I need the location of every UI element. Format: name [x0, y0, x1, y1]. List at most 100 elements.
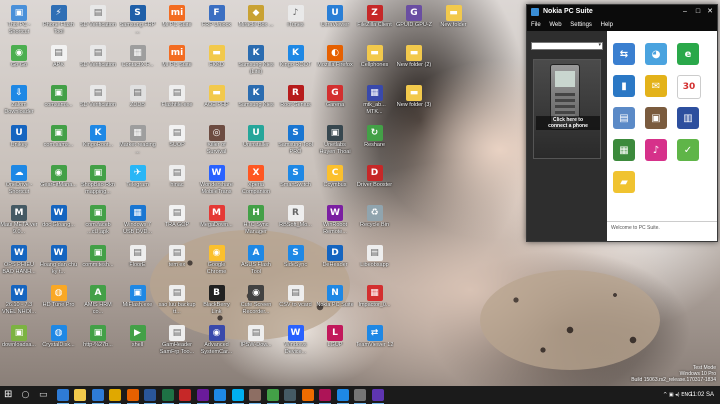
- menu-file[interactable]: File: [531, 22, 541, 28]
- desktop-icon[interactable]: ▤ FloorE: [119, 244, 157, 284]
- desktop-icon[interactable]: C Ccymbus: [316, 164, 354, 204]
- app-sync-icon[interactable]: ⇆: [613, 43, 635, 65]
- close-button[interactable]: ✕: [704, 5, 716, 19]
- desktop-icon[interactable]: ▤ GamHeader SamFrp Too...: [158, 324, 196, 364]
- desktop-icon[interactable]: ▣ Unetlabs Huyen Thoai: [316, 124, 354, 164]
- taskbar-edge-icon[interactable]: [56, 389, 69, 404]
- app-install-applications-icon[interactable]: ▦: [613, 139, 635, 161]
- desktop-icon[interactable]: ▣ com.faceb ...cU.apk: [79, 204, 117, 244]
- taskbar-app4-icon[interactable]: [266, 389, 279, 404]
- desktop-icon[interactable]: Wdoc Gloang...: [40, 204, 78, 244]
- desktop-icon[interactable]: ▦ Market reading ...: [119, 124, 157, 164]
- taskbar-app2-icon[interactable]: [196, 389, 209, 404]
- desktop-icon[interactable]: M Maui META ver 9.0...: [0, 204, 38, 244]
- desktop-icon[interactable]: ⚡ Phone Flash Tool: [40, 4, 78, 44]
- app-settings-icon[interactable]: ▰: [613, 171, 635, 193]
- desktop-icon[interactable]: ▤ Libeobsapp: [356, 244, 394, 284]
- app-calendar-icon[interactable]: 30: [677, 75, 701, 99]
- desktop-icon[interactable]: W OPS PHIEU BAO HANH...: [0, 244, 38, 284]
- desktop-icon[interactable]: Z FileZilla Client: [356, 4, 394, 44]
- desktop-icon[interactable]: B BlackBerry Link: [198, 284, 236, 324]
- desktop-icon[interactable]: ▬ New folder: [435, 4, 473, 44]
- desktop-icon[interactable]: ▬ AOE PHP: [198, 84, 236, 124]
- desktop-icon[interactable]: ▬ New folder (2): [395, 44, 433, 84]
- desktop-icon[interactable]: ▤ TRA GOP: [158, 204, 196, 244]
- desktop-icon[interactable]: R Root Genius: [277, 84, 315, 124]
- taskbar-chrome-icon[interactable]: [109, 389, 121, 404]
- desktop-icon[interactable]: ▣ ShopBao Rkn mapping...: [79, 164, 117, 204]
- desktop-icon[interactable]: W 26.10 - 7.3 VNEL NHOI...: [0, 284, 38, 324]
- desktop-icon[interactable]: W Wondershare MobileTrans: [198, 164, 236, 204]
- minimize-button[interactable]: –: [679, 5, 691, 19]
- desktop-icon[interactable]: ▬ FKKD: [198, 44, 236, 84]
- desktop-icon[interactable]: A AMIS HRM co...: [79, 284, 117, 324]
- desktop-icon[interactable]: ↻ Reshare: [356, 124, 394, 164]
- taskbar-skype-icon[interactable]: [231, 389, 244, 404]
- desktop-icon[interactable]: U Uninstaller: [237, 124, 275, 164]
- desktop-icon[interactable]: ▣ This PC - Shortcut: [0, 4, 38, 44]
- desktop-icon[interactable]: ◎ Killer of Survival: [198, 124, 236, 164]
- connect-phone-button[interactable]: Click here to connect a phone: [533, 59, 601, 159]
- desktop-icon[interactable]: ▦ mtk_ab... MTK...: [356, 84, 394, 124]
- taskbar-file-explorer-icon[interactable]: [74, 389, 86, 404]
- taskbar-app8-icon[interactable]: [354, 389, 366, 404]
- app-file-manager-icon[interactable]: ▮: [613, 75, 635, 97]
- desktop-icon[interactable]: ▤ Flashfile.exe: [158, 84, 196, 124]
- app-music-icon[interactable]: ♪: [645, 139, 667, 161]
- app-connect-to-internet-icon[interactable]: ◕: [645, 43, 667, 65]
- desktop-icon[interactable]: R RBSoft_Mo...: [277, 204, 315, 244]
- desktop-icon[interactable]: W Windows Device...: [277, 324, 315, 364]
- device-select[interactable]: ▾: [531, 42, 603, 50]
- taskbar-app6-icon[interactable]: [301, 389, 314, 404]
- clock[interactable]: 11:02 SA: [690, 389, 714, 401]
- desktop-icon[interactable]: ◉ GearFitMana...: [40, 164, 78, 204]
- desktop-icon[interactable]: D Driver Booster: [356, 164, 394, 204]
- desktop-icon[interactable]: ◉ Advanced SystemCar...: [198, 324, 236, 364]
- app-update-icon[interactable]: ✓: [677, 139, 699, 161]
- desktop-icon[interactable]: ▣ comsams...: [40, 84, 78, 124]
- desktop-icon[interactable]: ▤ SUOP: [158, 124, 196, 164]
- desktop-icon[interactable]: ▤ CSV to vcard: [277, 284, 315, 324]
- taskbar-app1-icon[interactable]: [179, 389, 191, 404]
- taskbar-store-icon[interactable]: [91, 389, 104, 404]
- desktop-icon[interactable]: H HTC Sync Manager: [237, 204, 275, 244]
- system-tray[interactable]: ^ ▣ ◂) ENG: [663, 386, 692, 404]
- desktop-icon[interactable]: S SmartSwitch: [277, 164, 315, 204]
- desktop-icon[interactable]: ▤ sao luu backup tt...: [158, 284, 196, 324]
- desktop-icon[interactable]: ▦ ContactX-F...: [119, 44, 157, 84]
- desktop-icon[interactable]: ▤ IPSW-Dow...: [237, 324, 275, 364]
- desktop-icon[interactable]: D DeHeader: [316, 244, 354, 284]
- desktop-icon[interactable]: ♻ Recycle Bin: [356, 204, 394, 244]
- desktop-icon[interactable]: X Xperia Companion: [237, 164, 275, 204]
- taskbar-start-icon[interactable]: ⊞: [4, 389, 16, 401]
- app-backup-icon[interactable]: ▤: [613, 107, 635, 129]
- desktop-icon[interactable]: ▤ ZDDB: [119, 84, 157, 124]
- desktop-icon[interactable]: G Garena: [316, 84, 354, 124]
- desktop-icon[interactable]: ◉ Google Chrome: [198, 244, 236, 284]
- taskbar-nokia-pc-suite-icon[interactable]: [336, 389, 349, 404]
- desktop-icon[interactable]: ▣ http-%27b...: [79, 324, 117, 364]
- desktop-icon[interactable]: ▤ SD Verification: [79, 84, 117, 124]
- maximize-button[interactable]: □: [692, 5, 704, 19]
- desktop-icon[interactable]: ▣ commitesh...: [79, 244, 117, 284]
- taskbar-app9-icon[interactable]: [371, 389, 384, 404]
- nokia-pc-suite-window[interactable]: Nokia PC Suite – □ ✕ File Web Settings H…: [526, 4, 718, 242]
- desktop-icon[interactable]: L LGUP: [316, 324, 354, 364]
- desktop-icon[interactable]: A ASUS Flash Tool: [237, 244, 275, 284]
- taskbar-app5-icon[interactable]: [284, 389, 296, 404]
- desktop-icon[interactable]: mi MI PC Suite: [158, 44, 196, 84]
- desktop-icon[interactable]: K Samsung Kies (Lite): [237, 44, 275, 84]
- desktop-icon[interactable]: ◍ CrystalDisk...: [40, 324, 78, 364]
- menu-settings[interactable]: Settings: [570, 22, 592, 28]
- app-messages-icon[interactable]: ✉: [645, 75, 667, 97]
- desktop-icon[interactable]: ▣ com.sams...: [40, 124, 78, 164]
- desktop-icon[interactable]: ☁ OneDrive - Shortcut: [0, 164, 38, 204]
- app-video-icon[interactable]: ▥: [677, 107, 699, 129]
- desktop-icon[interactable]: M MegaDown...: [198, 204, 236, 244]
- desktop-icon[interactable]: N Nokia PC Suite: [316, 284, 354, 324]
- desktop-icon[interactable]: U Unikey: [0, 124, 38, 164]
- desktop-icon[interactable]: ⇩ Zalom Downloader: [0, 84, 38, 124]
- app-browse-icon[interactable]: e: [677, 43, 699, 65]
- desktop-icon[interactable]: K Samsung Kies: [237, 84, 275, 124]
- desktop-icon[interactable]: S Samsung Tool PRO: [277, 124, 315, 164]
